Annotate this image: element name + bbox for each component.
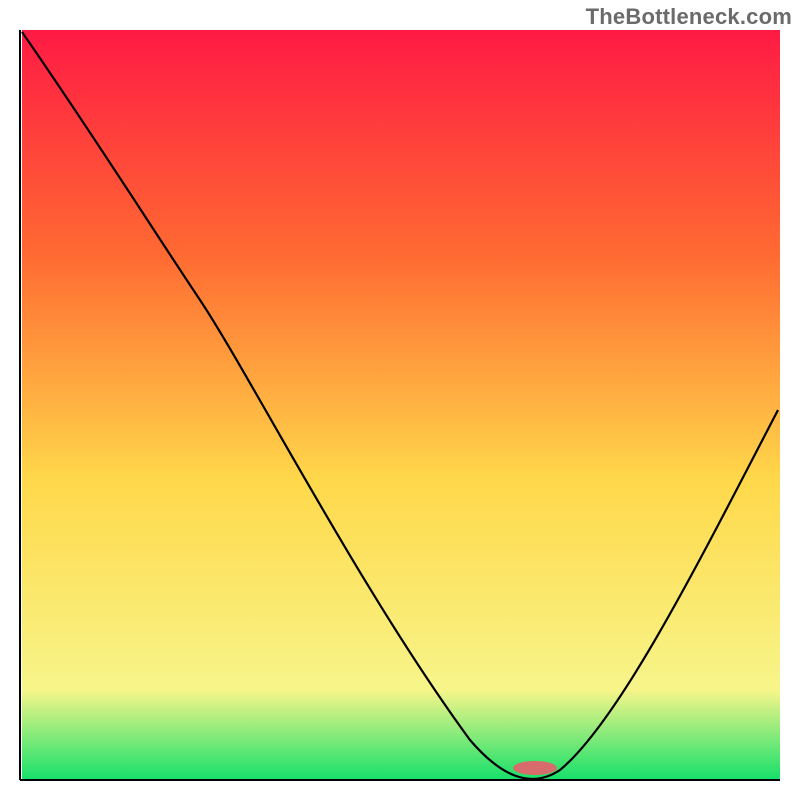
watermark-text: TheBottleneck.com [586,4,792,30]
bottleneck-plot [0,0,800,800]
chart-stage: TheBottleneck.com [0,0,800,800]
plot-background-gradient [22,30,780,780]
optimum-marker [513,761,557,775]
